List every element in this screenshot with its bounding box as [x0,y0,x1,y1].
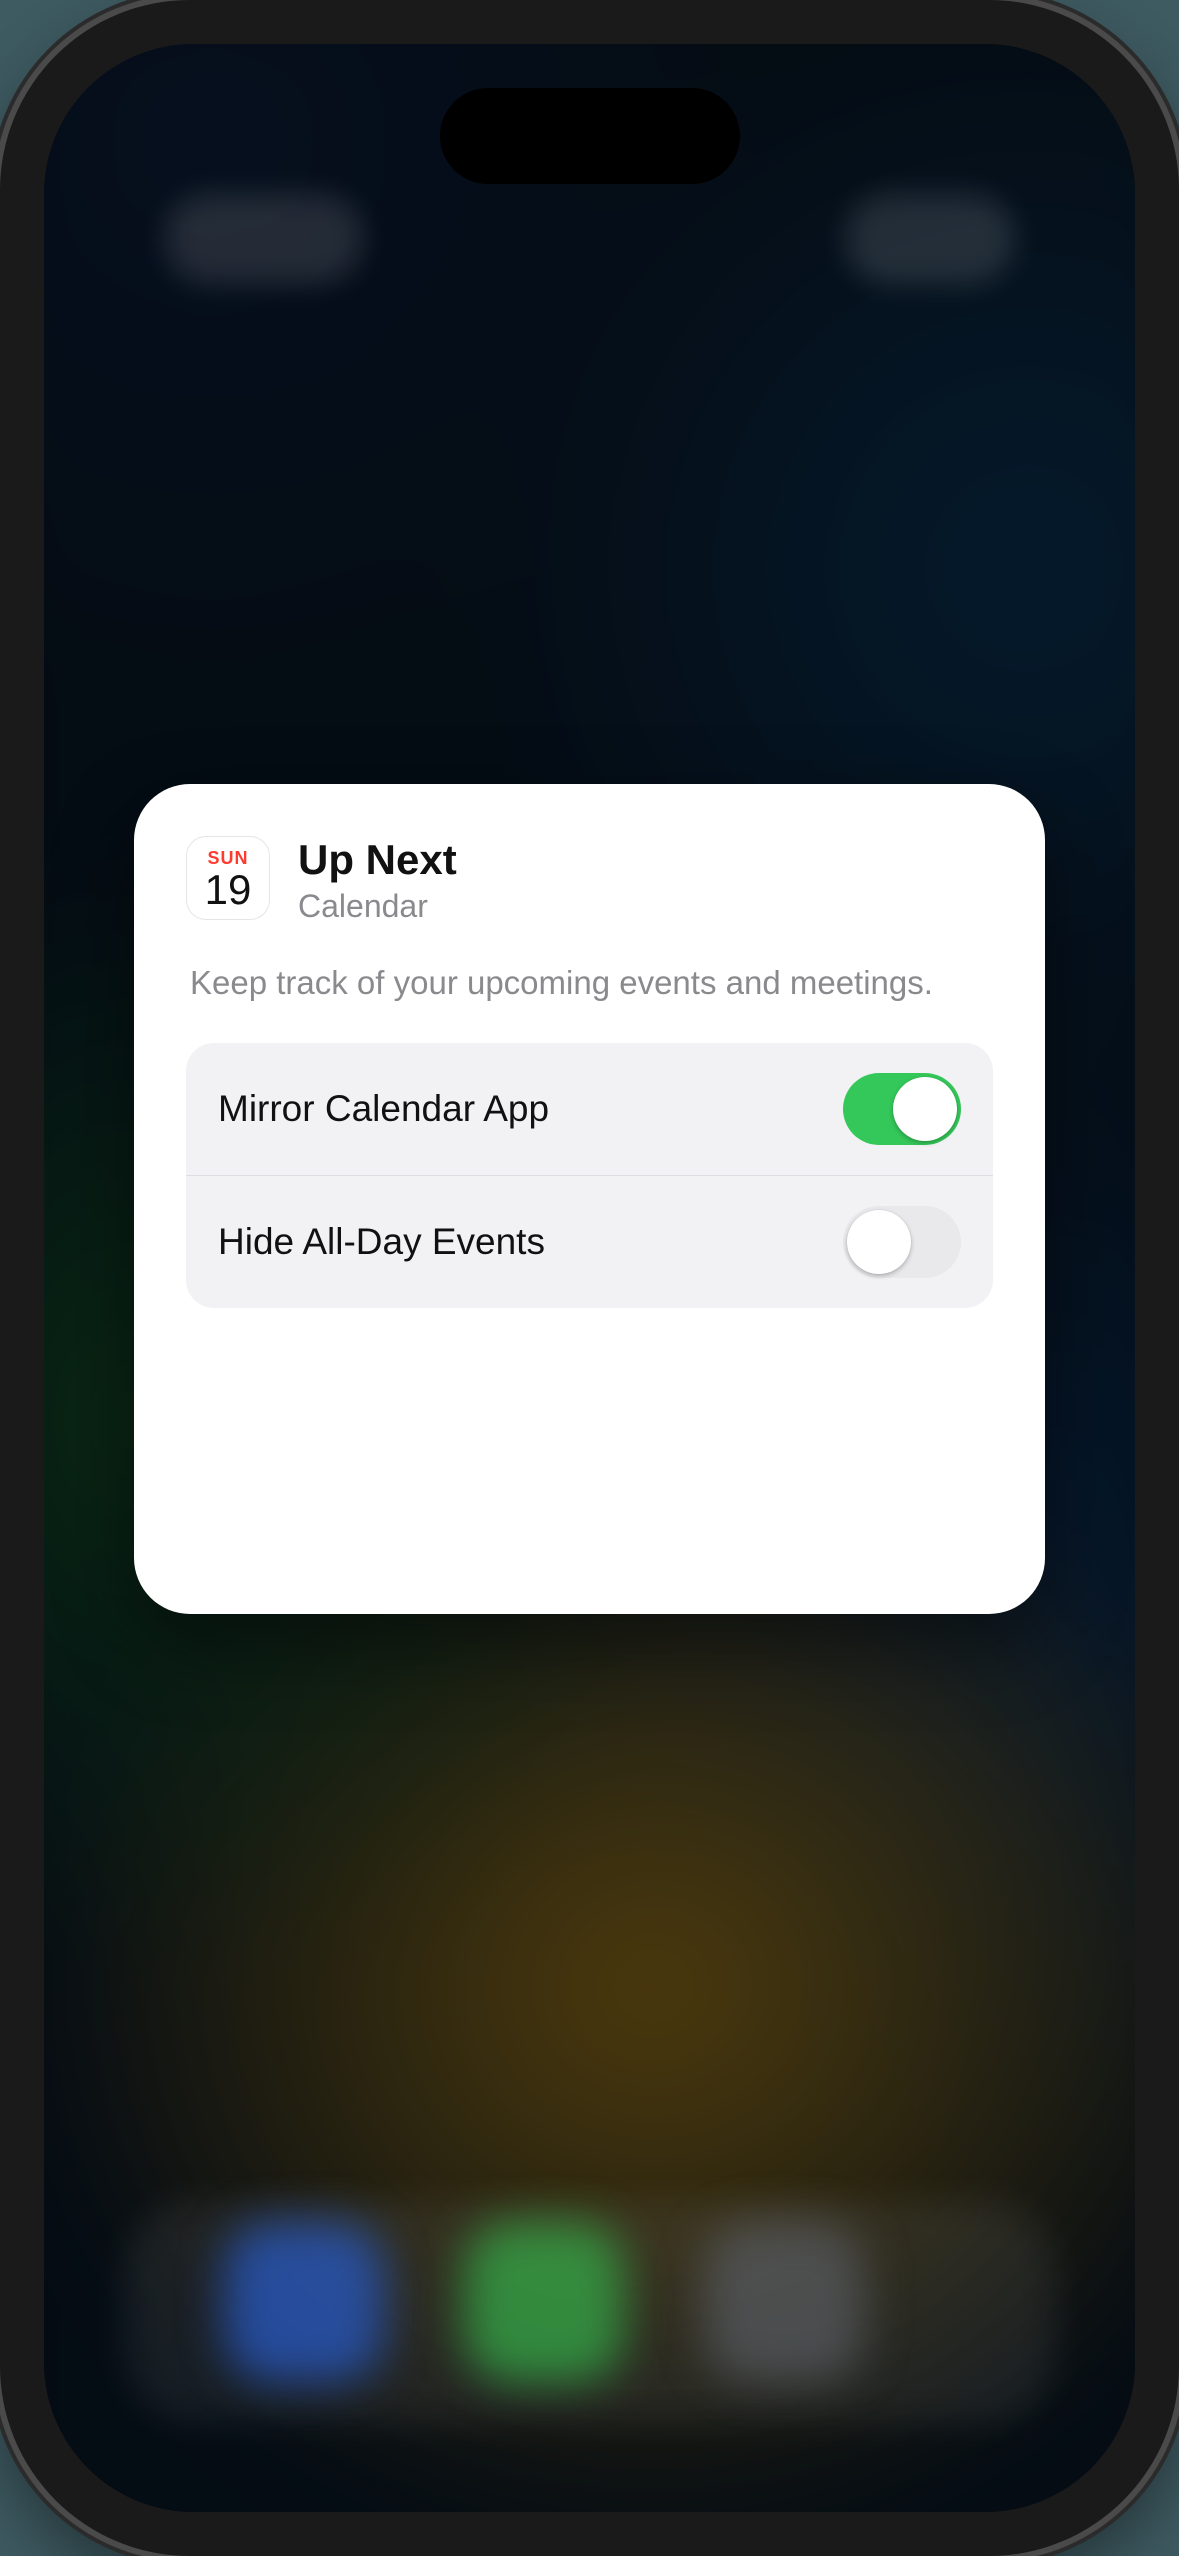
toggle-mirror-calendar-app[interactable] [843,1073,961,1145]
blurred-dock-app [224,2222,384,2382]
blurred-dock-app [704,2222,864,2382]
option-mirror-calendar-app: Mirror Calendar App [186,1043,993,1175]
option-hide-all-day-events: Hide All-Day Events [186,1175,993,1308]
blurred-dock-app [464,2222,624,2382]
widget-description: Keep track of your upcoming events and m… [190,959,989,1007]
blurred-cancel-button [164,194,364,284]
options-group: Mirror Calendar App Hide All-Day Events [186,1043,993,1308]
dynamic-island [440,88,740,184]
blurred-done-button [845,194,1015,284]
widget-title: Up Next [298,836,457,884]
calendar-app-icon: SUN 19 [186,836,270,920]
toggle-knob [847,1210,911,1274]
device-frame: SUN 19 Up Next Calendar Keep track of yo… [0,0,1179,2556]
stage: SUN 19 Up Next Calendar Keep track of yo… [0,0,1179,2556]
widget-settings-card: SUN 19 Up Next Calendar Keep track of yo… [134,784,1045,1614]
card-header: SUN 19 Up Next Calendar [186,836,993,925]
icon-date-number: 19 [205,869,252,911]
toggle-hide-all-day-events[interactable] [843,1206,961,1278]
icon-day-abbrev: SUN [207,849,248,867]
toggle-knob [893,1077,957,1141]
card-titles: Up Next Calendar [298,836,457,925]
option-label: Hide All-Day Events [218,1221,545,1263]
option-label: Mirror Calendar App [218,1088,549,1130]
screen: SUN 19 Up Next Calendar Keep track of yo… [44,44,1135,2512]
widget-app-name: Calendar [298,888,457,925]
